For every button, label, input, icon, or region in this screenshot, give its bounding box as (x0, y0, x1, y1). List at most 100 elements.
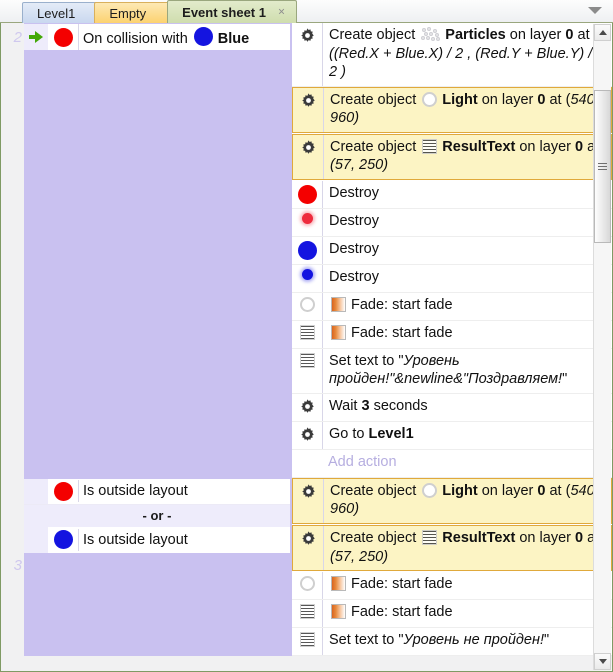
condition-text: Is outside layout (78, 529, 290, 551)
action-row[interactable]: Fade: start fade (292, 321, 612, 349)
event-block[interactable]: On collision with Blue Create object Part… (24, 23, 612, 478)
action-icon-cell (293, 479, 323, 500)
event-list: On collision with Blue Create object Part… (24, 23, 612, 671)
add-action-row[interactable]: Add action (292, 450, 612, 478)
action-row[interactable]: Create object ResultText on layer 0 at (… (292, 525, 612, 571)
action-icon-cell (292, 572, 322, 591)
action-row[interactable]: Create object Light on layer 0 at (540, … (292, 478, 612, 524)
condition-object-icon-cell (48, 482, 78, 501)
red-big-circle-icon (54, 28, 73, 47)
action-row[interactable]: Create object ResultText on layer 0 at (… (292, 134, 612, 180)
condition-object-icon-cell (48, 530, 78, 549)
action-icon-cell (292, 23, 322, 44)
triangle-down-icon (599, 659, 607, 664)
action-row[interactable]: Fade: start fade (292, 293, 612, 321)
action-row[interactable]: Destroy (292, 265, 612, 293)
action-icon-cell (293, 135, 323, 156)
action-column: Create object Particles on layer 0 at ((… (291, 23, 612, 478)
gear-icon (300, 530, 317, 547)
tab-empty-label: Empty (109, 6, 146, 21)
triangle-up-icon (599, 30, 607, 35)
blue-big-circle-icon (194, 27, 213, 46)
green-arrow-icon (29, 31, 43, 43)
tab-event-sheet-1[interactable]: Event sheet 1 × (167, 0, 297, 23)
event-number-gutter: 23 (2, 23, 24, 671)
action-icon-cell (292, 237, 322, 260)
event-sheet-window: Level1 Empty Event sheet 1 × 23 On colli… (0, 0, 613, 672)
scroll-up-button[interactable] (594, 24, 611, 41)
event-number: 3 (14, 557, 22, 574)
chevron-down-icon[interactable] (588, 7, 602, 14)
action-text: Fade: start fade (322, 600, 612, 627)
gear-icon (300, 139, 317, 156)
action-row[interactable]: Destroy (292, 209, 612, 237)
scrollbar-thumb[interactable] (594, 90, 611, 243)
action-text: Create object Light on layer 0 at (540, … (323, 479, 611, 523)
action-text: Destroy (322, 265, 612, 292)
tab-event-sheet-1-label: Event sheet 1 (182, 5, 266, 20)
tab-list: Level1 Empty Event sheet 1 × (22, 0, 293, 23)
action-text: Create object ResultText on layer 0 at (… (323, 135, 611, 179)
action-row[interactable]: Create object Particles on layer 0 at ((… (292, 23, 612, 87)
action-row[interactable]: Set text to "Уровень не пройден!" (292, 628, 612, 656)
action-text: Add action (322, 450, 612, 477)
gear-icon (300, 483, 317, 500)
fade-icon (331, 297, 346, 312)
action-icon-cell (292, 349, 322, 368)
scroll-down-button[interactable] (594, 653, 611, 670)
action-text: Destroy (322, 181, 612, 208)
action-icon-cell (292, 600, 322, 619)
event-row: Is outside layout- or -Is outside layout… (24, 478, 612, 656)
action-row[interactable]: Wait 3 seconds (292, 394, 612, 422)
light-circle-icon (300, 297, 315, 312)
action-text: Create object Particles on layer 0 at ((… (322, 23, 612, 86)
condition-column: On collision with Blue (24, 23, 291, 478)
event-row: On collision with Blue Create object Part… (24, 23, 612, 478)
tab-level1-label: Level1 (37, 6, 75, 21)
gear-icon (299, 426, 316, 443)
action-text: Destroy (322, 237, 612, 264)
condition-object-icon-cell (48, 28, 78, 47)
blue-small-glow-icon (302, 269, 313, 280)
condition-row[interactable]: Is outside layout (24, 479, 290, 505)
action-row[interactable]: Fade: start fade (292, 572, 612, 600)
action-text: Create object ResultText on layer 0 at (… (323, 526, 611, 570)
event-block[interactable]: Is outside layout- or -Is outside layout… (24, 478, 612, 656)
light-circle-icon (422, 92, 437, 107)
event-sheet-inner: 23 On collision with Blue Create object P… (1, 23, 612, 671)
tab-level1[interactable]: Level1 (22, 2, 98, 23)
fade-icon (331, 604, 346, 619)
condition-arrow-cell (24, 527, 48, 553)
gear-icon (299, 27, 316, 44)
light-circle-icon (422, 483, 437, 498)
action-text: Set text to "Уровень пройден!"&newline&"… (322, 349, 612, 393)
condition-group: On collision with Blue (24, 23, 291, 51)
condition-row[interactable]: Is outside layout (24, 527, 290, 553)
action-row[interactable]: Set text to "Уровень пройден!"&newline&"… (292, 349, 612, 394)
light-circle-icon (300, 576, 315, 591)
condition-arrow-cell (24, 479, 48, 504)
fade-icon (331, 325, 346, 340)
action-row[interactable]: Fade: start fade (292, 600, 612, 628)
action-row[interactable]: Destroy (292, 181, 612, 209)
grip-icon (598, 163, 607, 170)
action-row[interactable]: Destroy (292, 237, 612, 265)
action-icon-cell (292, 628, 322, 647)
action-column: Create object Light on layer 0 at (540, … (291, 478, 612, 656)
text-object-icon (300, 604, 315, 619)
red-small-glow-icon (302, 213, 313, 224)
red-big-circle-icon (298, 185, 317, 204)
action-text: Create object Light on layer 0 at (540, … (323, 88, 611, 132)
action-row[interactable]: Go to Level1 (292, 422, 612, 450)
action-text: Go to Level1 (322, 422, 612, 449)
close-icon[interactable]: × (276, 7, 287, 18)
action-icon-cell (292, 422, 322, 443)
vertical-scrollbar[interactable] (593, 24, 611, 670)
tab-empty[interactable]: Empty (94, 2, 171, 23)
text-object-icon (422, 139, 437, 154)
gear-icon (299, 398, 316, 415)
action-row[interactable]: Create object Light on layer 0 at (540, … (292, 87, 612, 133)
condition-row[interactable]: On collision with Blue (24, 24, 290, 50)
action-icon-cell (292, 181, 322, 204)
action-icon-cell (293, 88, 323, 109)
